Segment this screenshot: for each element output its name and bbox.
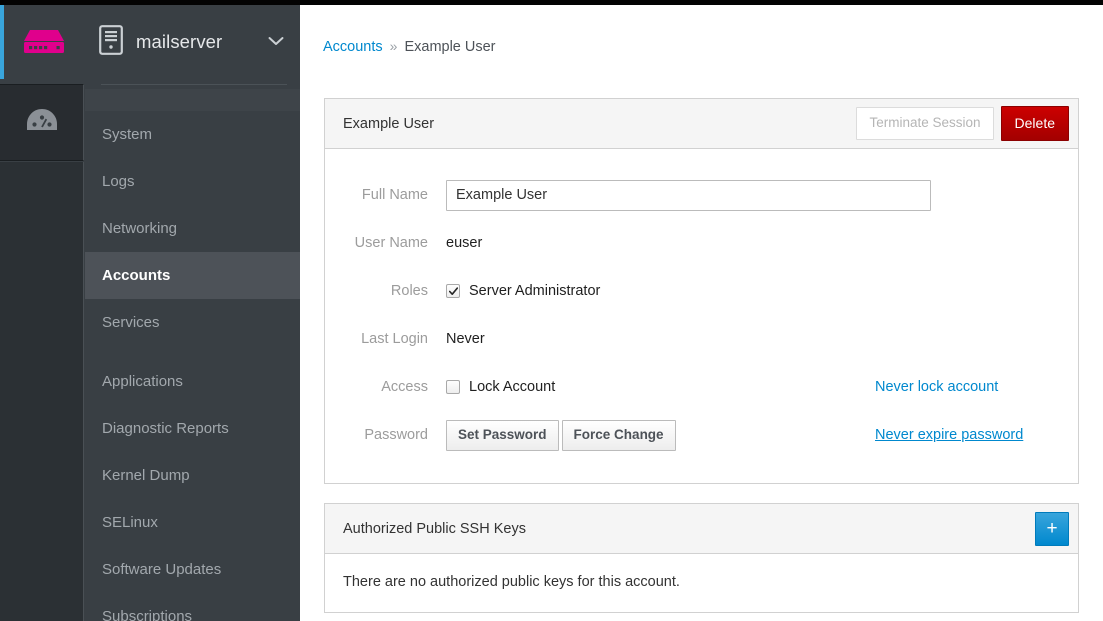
sidebar: mailserver System Logs Networking Accoun… xyxy=(0,5,300,621)
sidebar-item-label: Applications xyxy=(102,373,183,390)
sidebar-item-label: Services xyxy=(102,314,160,331)
ssh-keys-panel: Authorized Public SSH Keys + There are n… xyxy=(324,503,1079,613)
server-tower-icon xyxy=(99,24,123,60)
breadcrumb-current: Example User xyxy=(404,39,496,55)
main-content: Accounts » Example User Example User Termi… xyxy=(300,5,1103,621)
sidebar-item-label: Kernel Dump xyxy=(102,467,190,484)
server-storage-icon xyxy=(4,5,84,79)
ssh-keys-empty-message: There are no authorized public keys for … xyxy=(343,574,680,590)
page-title: Example User xyxy=(343,115,435,132)
access-label: Access xyxy=(381,379,428,395)
server-administrator-label[interactable]: Server Administrator xyxy=(469,283,600,299)
account-panel-header: Example User Terminate Session Delete xyxy=(325,99,1078,149)
form-row-access: Access Lock Account Never lock account xyxy=(343,363,1060,411)
sidebar-menu: System Logs Networking Accounts Services… xyxy=(85,111,300,621)
form-row-last-login: Last Login Never xyxy=(343,315,1060,363)
full-name-input[interactable] xyxy=(446,179,931,211)
lock-account-checkbox[interactable] xyxy=(446,380,460,394)
sidebar-divider xyxy=(101,84,287,85)
sidebar-item-accounts[interactable]: Accounts xyxy=(85,252,300,299)
never-lock-account-link[interactable]: Never lock account xyxy=(875,379,998,395)
add-ssh-key-button[interactable]: + xyxy=(1035,511,1069,546)
check-icon xyxy=(448,286,458,295)
breadcrumb-separator: » xyxy=(389,38,398,54)
form-row-full-name: Full Name xyxy=(343,171,1060,219)
sidebar-item-logs[interactable]: Logs xyxy=(85,158,300,205)
breadcrumb: Accounts » Example User xyxy=(323,38,496,55)
sidebar-item-selinux[interactable]: SELinux xyxy=(85,499,300,546)
dashboard-gauge-icon xyxy=(26,107,58,138)
ssh-keys-panel-header: Authorized Public SSH Keys + xyxy=(325,504,1078,554)
account-panel-actions: Terminate Session Delete xyxy=(856,106,1069,141)
password-button-group: Set Password Force Change xyxy=(446,419,676,451)
password-label: Password xyxy=(364,427,428,443)
breadcrumb-link-accounts[interactable]: Accounts xyxy=(323,39,383,55)
terminate-session-button[interactable]: Terminate Session xyxy=(856,107,994,140)
server-administrator-checkbox[interactable] xyxy=(446,284,460,298)
form-row-user-name: User Name euser xyxy=(343,219,1060,267)
sidebar-item-subscriptions[interactable]: Subscriptions xyxy=(85,593,300,621)
never-expire-password-link[interactable]: Never expire password xyxy=(875,427,1023,443)
sidebar-item-services[interactable]: Services xyxy=(85,299,300,346)
cockpit-window: mailserver System Logs Networking Accoun… xyxy=(0,0,1103,621)
plus-icon: + xyxy=(1046,518,1058,539)
user-name-value: euser xyxy=(446,235,483,251)
sidebar-item-label: Accounts xyxy=(102,267,171,284)
sidebar-item-dashboard[interactable] xyxy=(0,84,84,161)
host-selector[interactable]: mailserver xyxy=(85,5,300,79)
last-login-value: Never xyxy=(446,331,485,347)
sidebar-item-applications[interactable]: Applications xyxy=(85,358,300,405)
host-name-label: mailserver xyxy=(136,31,223,52)
sidebar-item-label: Subscriptions xyxy=(102,608,193,621)
sidebar-item-label: Software Updates xyxy=(102,561,222,578)
sidebar-item-system[interactable]: System xyxy=(85,111,300,158)
sidebar-nav-rail xyxy=(0,162,84,621)
last-login-label: Last Login xyxy=(361,331,428,347)
form-row-password: Password Set Password Force Change Never… xyxy=(343,411,1060,459)
sidebar-item-label: Networking xyxy=(102,220,178,237)
force-change-button[interactable]: Force Change xyxy=(561,419,676,451)
sidebar-item-label: Diagnostic Reports xyxy=(102,420,229,437)
sidebar-item-label: SELinux xyxy=(102,514,158,531)
ssh-keys-title: Authorized Public SSH Keys xyxy=(343,520,526,537)
delete-button[interactable]: Delete xyxy=(1000,106,1069,141)
sidebar-item-kernel-dump[interactable]: Kernel Dump xyxy=(85,452,300,499)
account-panel: Example User Terminate Session Delete Fu… xyxy=(324,98,1079,484)
sidebar-item-label: System xyxy=(102,126,153,143)
set-password-button[interactable]: Set Password xyxy=(446,419,559,451)
sidebar-search-band[interactable] xyxy=(85,89,300,111)
sidebar-item-software-updates[interactable]: Software Updates xyxy=(85,546,300,593)
account-form: Full Name User Name euser Roles xyxy=(325,149,1078,483)
form-row-roles: Roles Server Administrator xyxy=(343,267,1060,315)
sidebar-item-label: Logs xyxy=(102,173,135,190)
user-name-label: User Name xyxy=(354,235,428,251)
roles-label: Roles xyxy=(390,283,428,299)
sidebar-item-diagnostic-reports[interactable]: Diagnostic Reports xyxy=(85,405,300,452)
lock-account-label[interactable]: Lock Account xyxy=(469,379,555,395)
sidebar-item-networking[interactable]: Networking xyxy=(85,205,300,252)
chevron-down-icon[interactable] xyxy=(268,33,284,51)
full-name-label: Full Name xyxy=(361,187,428,203)
